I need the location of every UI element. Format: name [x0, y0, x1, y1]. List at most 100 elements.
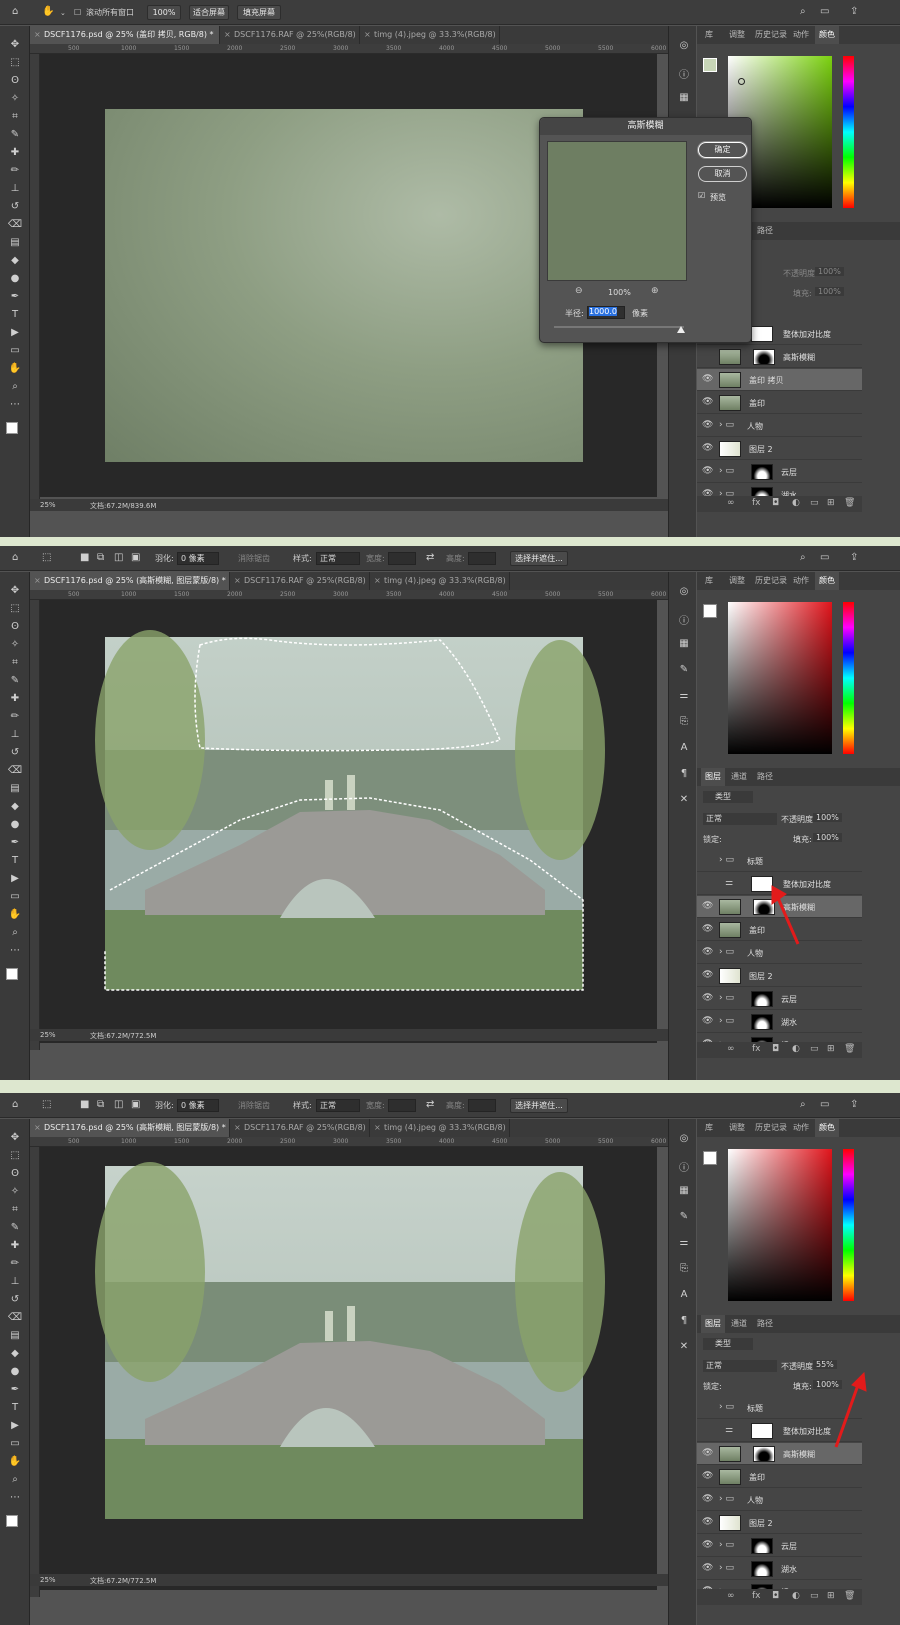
libraries-icon[interactable]: ◎ [677, 586, 691, 600]
select-and-mask-button[interactable]: 选择并遮住... [510, 1098, 568, 1113]
layer-row[interactable]: 👁 盖印 [697, 1466, 862, 1488]
layer-row[interactable]: 👁 图层 2 [697, 1512, 862, 1534]
paragraph-icon[interactable]: ¶ [677, 1315, 691, 1329]
visibility-eye-icon[interactable]: 👁 [702, 1016, 713, 1026]
move-tool-icon[interactable]: ✥ [7, 584, 23, 598]
type-tool-icon[interactable]: T [7, 1401, 23, 1415]
character-icon[interactable]: A [677, 742, 691, 756]
foreground-color-swatch[interactable] [6, 1515, 18, 1527]
select-and-mask-button[interactable]: 选择并遮住... [510, 551, 568, 566]
tab-actions[interactable]: 动作 [789, 1119, 813, 1137]
tab-history[interactable]: 历史记录 [751, 1119, 791, 1137]
shape-tool-icon[interactable]: ▭ [7, 1437, 23, 1451]
subtract-selection-icon[interactable]: ◫ [114, 1100, 123, 1110]
visibility-eye-icon[interactable]: 👁 [702, 1563, 713, 1573]
visibility-eye-icon[interactable]: 👁 [702, 443, 713, 453]
antialias-label[interactable]: 消除锯齿 [238, 553, 270, 564]
tools-preset-icon[interactable]: ✕ [677, 1341, 691, 1355]
folder-icon[interactable]: › ▭ [719, 1494, 734, 1504]
trash-icon[interactable]: 🗑 [844, 1591, 855, 1601]
tab-library[interactable]: 库 [701, 1119, 717, 1137]
zoom-100-button[interactable]: 100% [147, 5, 181, 20]
healing-brush-icon[interactable]: ✚ [7, 1239, 23, 1253]
close-icon[interactable]: × [234, 572, 241, 590]
new-group-icon[interactable]: ▭ [810, 498, 819, 508]
hue-slider[interactable] [843, 56, 854, 208]
dodge-tool-icon[interactable]: ● [7, 272, 23, 286]
folder-icon[interactable]: › ▭ [719, 855, 734, 865]
more-tools-icon[interactable]: ⋯ [7, 398, 23, 412]
move-tool-icon[interactable]: ✥ [7, 1131, 23, 1145]
search-icon[interactable]: ⌕ [800, 553, 806, 563]
fill-screen-button[interactable]: 填充屏幕 [237, 5, 281, 20]
visibility-eye-icon[interactable]: 👁 [702, 901, 713, 911]
trash-icon[interactable]: 🗑 [844, 498, 855, 508]
visibility-eye-icon[interactable] [702, 878, 712, 888]
layer-thumbnail[interactable] [719, 395, 741, 411]
home-icon[interactable]: ⌂ [12, 553, 18, 563]
character-icon[interactable]: A [677, 1289, 691, 1303]
crop-tool-icon[interactable]: ⌗ [7, 1203, 23, 1217]
path-select-icon[interactable]: ▶ [7, 326, 23, 340]
blur-tool-icon[interactable]: ◆ [7, 254, 23, 268]
layer-row[interactable]: 👁 图层 2 [697, 965, 862, 987]
tab-document-jpeg[interactable]: × timg (4).jpeg @ 33.3%(RGB/8) [370, 572, 510, 590]
subtract-selection-icon[interactable]: ◫ [114, 553, 123, 563]
new-group-icon[interactable]: ▭ [810, 1591, 819, 1601]
close-icon[interactable]: × [224, 26, 231, 44]
marquee-tool-icon[interactable]: ⬚ [42, 1100, 51, 1110]
layer-thumbnail[interactable] [719, 968, 741, 984]
tab-document-jpeg[interactable]: × timg (4).jpeg @ 33.3%(RGB/8) [370, 1119, 510, 1137]
tab-channels[interactable]: 通道 [727, 1315, 751, 1333]
search-icon[interactable]: ⌕ [800, 7, 806, 17]
gradient-tool-icon[interactable]: ▤ [7, 1329, 23, 1343]
layer-row[interactable]: 👁 盖印 拷贝 [697, 369, 862, 391]
workspace-icon[interactable]: ▭ [820, 7, 829, 17]
folder-icon[interactable]: › ▭ [719, 420, 734, 430]
lasso-tool-icon[interactable]: ʘ [7, 74, 23, 88]
layer-mask-thumbnail[interactable] [751, 326, 773, 342]
visibility-eye-icon[interactable]: 👁 [702, 1517, 713, 1527]
mask-icon[interactable]: ◘ [772, 1044, 779, 1054]
close-icon[interactable]: × [34, 572, 41, 590]
fx-icon[interactable]: fx [752, 498, 761, 508]
type-tool-icon[interactable]: T [7, 854, 23, 868]
fit-screen-button[interactable]: 适合屏幕 [189, 5, 229, 20]
opacity-value[interactable]: 55% [813, 1360, 837, 1369]
path-select-icon[interactable]: ▶ [7, 872, 23, 886]
radius-slider-handle[interactable] [677, 326, 685, 333]
opacity-value[interactable]: 100% [813, 813, 842, 822]
close-icon[interactable]: × [364, 26, 371, 44]
pen-tool-icon[interactable]: ✒ [7, 290, 23, 304]
share-icon[interactable]: ⇪ [850, 7, 858, 17]
eraser-tool-icon[interactable]: ⌫ [7, 764, 23, 778]
tab-document-psd[interactable]: × DSCF1176.psd @ 25% (盖印 拷贝, RGB/8) * [30, 26, 220, 44]
close-icon[interactable]: × [374, 572, 381, 590]
clone-source-icon[interactable]: ⎘ [677, 716, 691, 730]
layer-mask-thumbnail[interactable] [751, 1538, 773, 1554]
height-input[interactable] [468, 1099, 496, 1112]
visibility-eye-icon[interactable]: 👁 [702, 420, 713, 430]
tab-paths[interactable]: 路径 [753, 768, 777, 786]
new-group-icon[interactable]: ▭ [810, 1044, 819, 1054]
zoom-tool-icon[interactable]: ⌕ [7, 926, 23, 940]
layer-row[interactable]: 高斯模糊 [697, 346, 862, 368]
zoom-tool-icon[interactable]: ⌕ [7, 1473, 23, 1487]
width-input[interactable] [388, 552, 416, 565]
foreground-color-swatch[interactable] [6, 968, 18, 980]
fill-value[interactable]: 100% [815, 287, 844, 296]
hand-tool-icon[interactable]: ✋ [42, 7, 54, 17]
feather-input[interactable]: 0 像素 [177, 552, 219, 565]
history-brush-icon[interactable]: ↺ [7, 200, 23, 214]
zoom-out-icon[interactable]: ⊖ [575, 286, 583, 296]
crop-tool-icon[interactable]: ⌗ [7, 110, 23, 124]
share-icon[interactable]: ⇪ [850, 553, 858, 563]
properties-icon[interactable]: ⚌ [677, 1237, 691, 1251]
visibility-eye-icon[interactable]: 👁 [702, 1540, 713, 1550]
layer-row[interactable]: 👁 › ▭ 人物 [697, 1489, 862, 1511]
layer-row[interactable]: 👁 › ▭ 云层 [697, 1535, 862, 1557]
libraries-icon[interactable]: ◎ [677, 1133, 691, 1147]
new-layer-icon[interactable]: ⊞ [827, 1591, 835, 1601]
adjustment-icon[interactable]: ◐ [792, 498, 800, 508]
fx-icon[interactable]: fx [752, 1591, 761, 1601]
